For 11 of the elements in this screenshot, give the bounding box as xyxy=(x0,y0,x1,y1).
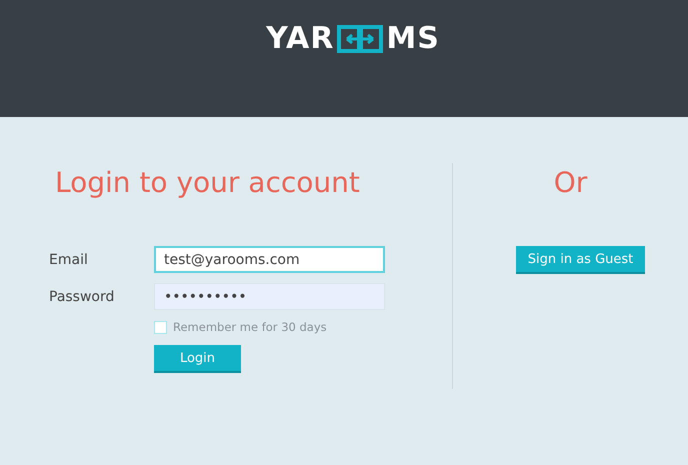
logo-icon xyxy=(337,25,384,53)
input-field[interactable]: •••••••••• xyxy=(154,283,385,310)
login-title: Login to your account xyxy=(55,165,361,201)
field-label: Password xyxy=(48,288,116,304)
logo-text: MS xyxy=(386,22,440,56)
field-label: Email xyxy=(48,252,89,268)
or-title: Or xyxy=(554,165,588,201)
remember-label: Remember me for 30 days xyxy=(173,320,327,334)
checkbox[interactable] xyxy=(154,320,167,334)
input-field[interactable]: test@yarooms.com xyxy=(154,246,385,273)
logo-text: YAR xyxy=(266,22,334,56)
